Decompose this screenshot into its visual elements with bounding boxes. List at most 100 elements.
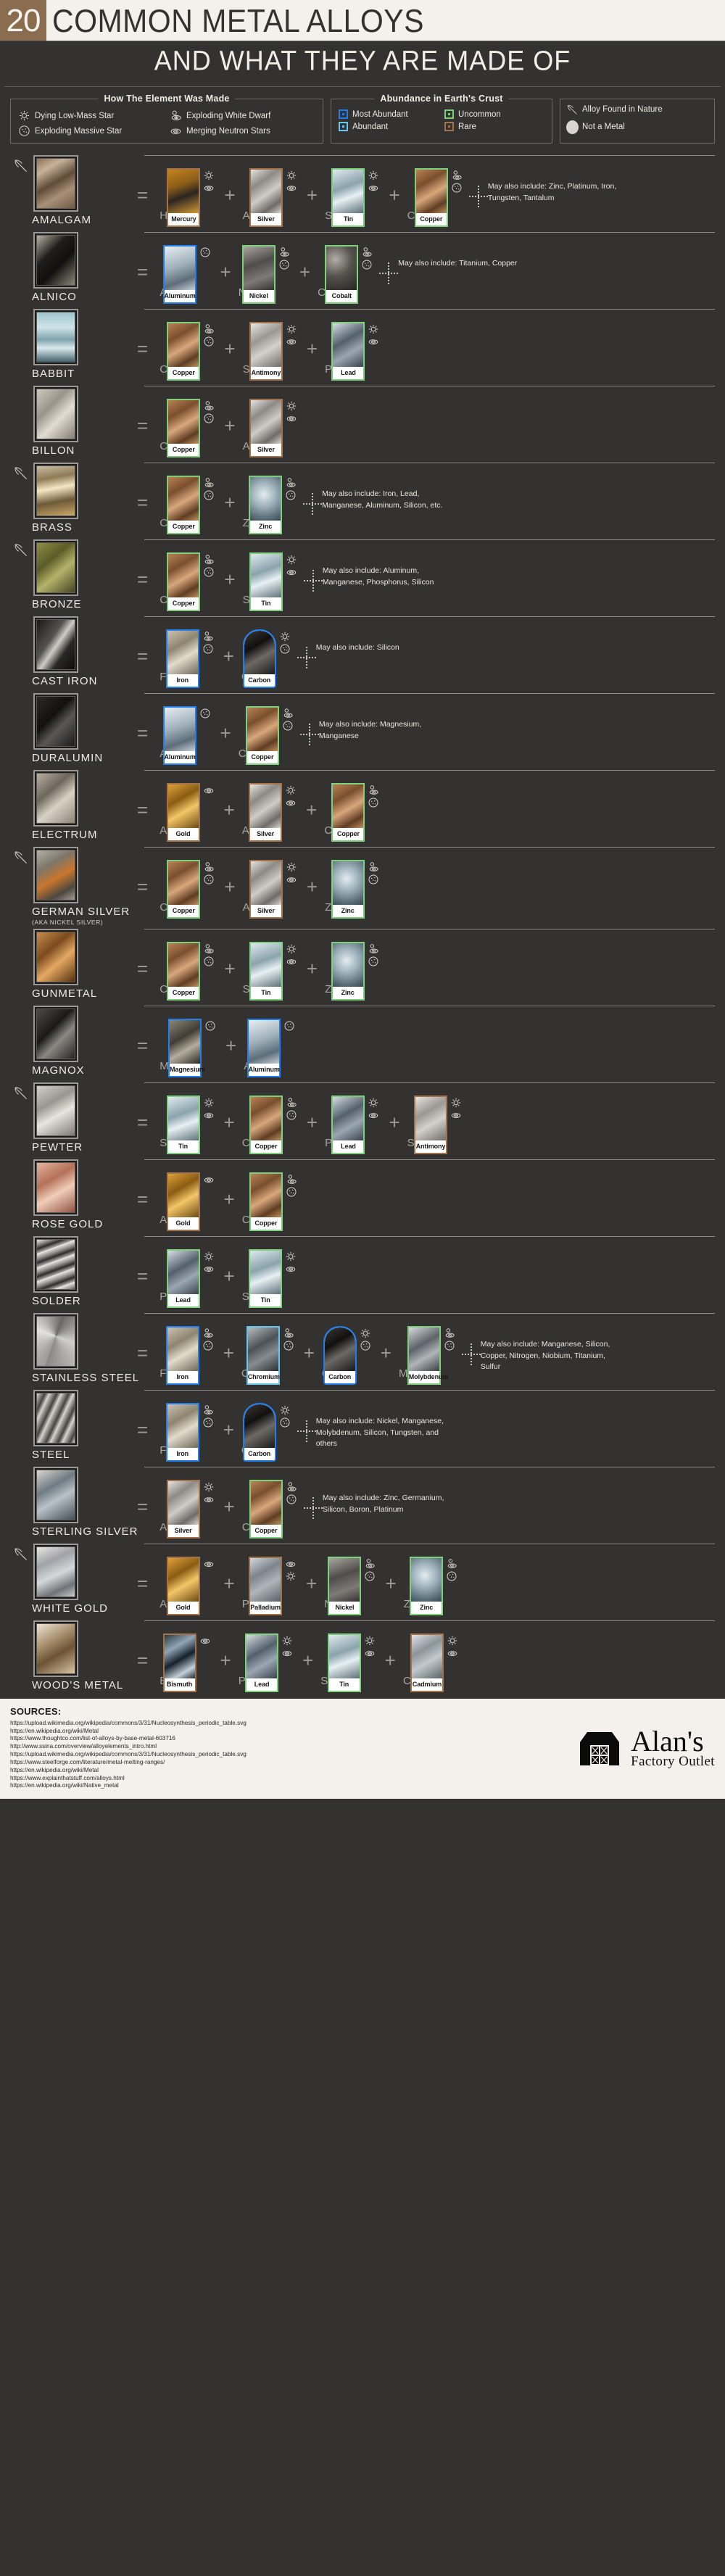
source-link[interactable]: https://www.explainthatstuff.com/alloys.… — [10, 1775, 534, 1783]
element-entry[interactable]: SbAntimony — [407, 1095, 464, 1154]
element-card[interactable]: Aluminum — [162, 706, 196, 765]
element-entry[interactable]: CuCopper — [160, 322, 217, 381]
element-card[interactable]: Zinc — [331, 860, 365, 919]
element-card[interactable]: Copper — [249, 1095, 283, 1154]
element-card[interactable]: Tin — [331, 168, 365, 227]
element-entry[interactable]: ZnZinc — [325, 860, 381, 919]
element-entry[interactable]: Mo Molybdenum — [399, 1325, 457, 1385]
element-card[interactable]: Magnesium — [168, 1018, 205, 1077]
element-card[interactable]: Zinc — [410, 1556, 444, 1615]
element-card[interactable]: Silver — [249, 399, 283, 457]
element-entry[interactable]: FeIron — [160, 629, 216, 688]
element-entry[interactable]: SnTin — [325, 168, 381, 227]
element-card[interactable]: Tin — [327, 1633, 361, 1692]
element-card[interactable]: Iron — [165, 1325, 199, 1385]
element-card[interactable]: Nickel — [328, 1556, 362, 1615]
element-entry[interactable]: AlAluminum — [160, 245, 212, 304]
element-card[interactable]: Tin — [249, 941, 283, 1001]
element-entry[interactable]: AgSilver — [160, 1479, 216, 1538]
element-card[interactable]: Carbon — [323, 1325, 357, 1385]
element-entry[interactable]: CuCopper — [160, 476, 217, 534]
element-entry[interactable]: CoCobalt — [318, 245, 375, 304]
element-entry[interactable]: PbLead — [160, 1248, 216, 1308]
element-card[interactable]: Copper — [167, 399, 201, 457]
element-card[interactable]: Silver — [249, 860, 283, 919]
element-card[interactable]: Silver — [249, 783, 283, 842]
element-card[interactable]: Copper — [167, 860, 201, 919]
element-entry[interactable]: CuCopper — [160, 399, 217, 457]
element-entry[interactable]: CuCopper — [242, 1479, 299, 1538]
element-entry[interactable]: SnTin — [243, 941, 299, 1001]
element-card[interactable]: Copper — [167, 476, 201, 534]
element-card[interactable]: Chromium — [246, 1325, 280, 1385]
element-entry[interactable]: ZnZinc — [243, 476, 299, 534]
element-card[interactable]: Gold — [166, 1172, 200, 1231]
element-entry[interactable]: CuCopper — [242, 1172, 299, 1231]
element-entry[interactable]: PbLead — [325, 1095, 381, 1154]
element-card[interactable]: Aluminum — [162, 245, 196, 304]
element-card[interactable]: Copper — [249, 1172, 283, 1231]
element-card[interactable]: Copper — [414, 168, 448, 227]
element-entry[interactable]: CCarbon — [241, 1402, 293, 1462]
element-entry[interactable]: AgSilver — [243, 399, 299, 457]
source-link[interactable]: https://en.wikipedia.org/wiki/Native_met… — [10, 1782, 534, 1790]
element-card[interactable]: Copper — [331, 783, 365, 842]
element-card[interactable]: Silver — [249, 168, 283, 227]
element-entry[interactable]: CuCopper — [239, 706, 296, 765]
element-card[interactable]: Copper — [249, 1479, 283, 1538]
element-entry[interactable]: NiNickel — [324, 1556, 378, 1615]
element-card[interactable]: Cadmium — [410, 1633, 444, 1692]
element-entry[interactable]: AgSilver — [242, 783, 299, 842]
element-entry[interactable]: SnTin — [160, 1095, 216, 1154]
element-entry[interactable]: SnTin — [243, 552, 299, 611]
element-entry[interactable]: PdPalladium — [242, 1556, 299, 1615]
element-card[interactable]: Gold — [166, 1556, 200, 1615]
element-card[interactable]: Zinc — [331, 941, 365, 1001]
element-entry[interactable]: AlAluminum — [160, 706, 212, 765]
element-entry[interactable]: AlAluminum — [244, 1018, 297, 1077]
element-entry[interactable]: CuCopper — [160, 860, 217, 919]
element-card[interactable]: Copper — [167, 322, 201, 381]
element-card[interactable]: Copper — [167, 552, 201, 611]
element-card[interactable]: Carbon — [242, 629, 276, 688]
element-entry[interactable]: ZnZinc — [325, 941, 381, 1001]
element-entry[interactable]: Mg Magnesium — [160, 1018, 218, 1077]
element-card[interactable]: Carbon — [242, 1402, 276, 1462]
element-entry[interactable]: HgMercury — [160, 168, 217, 227]
element-card[interactable]: Lead — [331, 1095, 365, 1154]
element-card[interactable]: Antimony — [414, 1095, 448, 1154]
element-card[interactable]: Molybdenum — [407, 1325, 448, 1385]
element-card[interactable]: Zinc — [249, 476, 283, 534]
source-link[interactable]: https://www.thoughtco.com/list-of-alloys… — [10, 1735, 534, 1743]
element-entry[interactable]: AuGold — [160, 783, 216, 842]
element-card[interactable]: Aluminum — [246, 1018, 281, 1077]
element-card[interactable]: Lead — [166, 1248, 200, 1308]
element-card[interactable]: Bismuth — [162, 1633, 196, 1692]
element-entry[interactable]: SbAntimony — [243, 322, 299, 381]
element-entry[interactable]: CuCopper — [160, 552, 217, 611]
element-entry[interactable]: FeIron — [160, 1325, 216, 1385]
source-link[interactable]: https://www.steelforge.com/literature/me… — [10, 1759, 534, 1767]
element-card[interactable]: Silver — [166, 1479, 200, 1538]
element-entry[interactable]: CrChromium — [241, 1325, 297, 1385]
element-card[interactable]: Palladium — [249, 1556, 283, 1615]
source-link[interactable]: https://en.wikipedia.org/wiki/Metal — [10, 1767, 534, 1775]
element-entry[interactable]: NiNickel — [239, 245, 292, 304]
element-entry[interactable]: CdCadmium — [403, 1633, 460, 1692]
element-entry[interactable]: AgSilver — [243, 860, 299, 919]
element-entry[interactable]: CCarbon — [241, 629, 293, 688]
source-link[interactable]: https://upload.wikimedia.org/wikipedia/c… — [10, 1751, 534, 1759]
element-entry[interactable]: ZnZinc — [404, 1556, 460, 1615]
source-link[interactable]: http://www.ssina.com/overview/alloyeleme… — [10, 1743, 534, 1751]
element-card[interactable]: Tin — [249, 1248, 283, 1308]
element-entry[interactable]: BiBismuth — [160, 1633, 212, 1692]
element-entry[interactable]: CuCopper — [407, 168, 465, 227]
element-card[interactable]: Iron — [165, 1402, 199, 1462]
element-card[interactable]: Mercury — [167, 168, 201, 227]
element-card[interactable]: Tin — [166, 1095, 200, 1154]
element-entry[interactable]: PbLead — [239, 1633, 295, 1692]
element-card[interactable]: Nickel — [241, 245, 276, 304]
element-entry[interactable]: FeIron — [160, 1402, 216, 1462]
element-card[interactable]: Copper — [167, 941, 201, 1001]
element-card[interactable]: Iron — [165, 629, 199, 688]
